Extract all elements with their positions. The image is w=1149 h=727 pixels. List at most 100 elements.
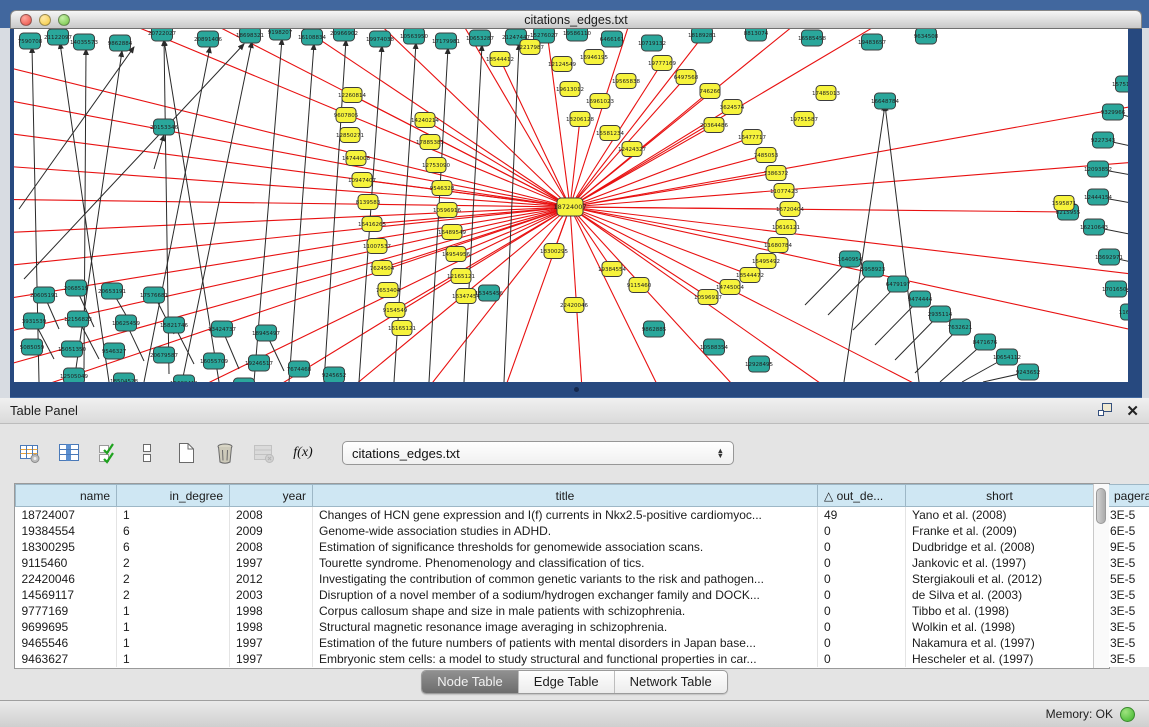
cell-out_de[interactable]: 0 bbox=[818, 603, 906, 619]
network-node[interactable]: 20605191 bbox=[30, 287, 58, 303]
network-node[interactable]: 15699411 bbox=[170, 375, 198, 382]
network-node[interactable]: 10719132 bbox=[638, 35, 666, 51]
network-node[interactable]: 16477717 bbox=[738, 130, 766, 145]
cell-year[interactable]: 2003 bbox=[230, 587, 313, 603]
network-node[interactable]: 16648784 bbox=[871, 93, 899, 109]
cell-title[interactable]: Estimation of the future numbers of pati… bbox=[313, 635, 818, 651]
network-node[interactable]: 16416265 bbox=[358, 217, 386, 232]
network-node[interactable]: 17016504 bbox=[1102, 281, 1128, 297]
network-node[interactable]: 12444154 bbox=[1084, 189, 1112, 205]
network-node[interactable]: 18544412 bbox=[486, 52, 514, 67]
tab-node-table[interactable]: Node Table bbox=[422, 671, 518, 693]
network-node[interactable]: 9474444 bbox=[908, 291, 933, 307]
network-node[interactable]: 2068519 bbox=[64, 280, 89, 296]
network-node[interactable]: 17485013 bbox=[812, 86, 840, 101]
cell-short[interactable]: Stergiakouli et al. (2012) bbox=[906, 571, 1094, 587]
table-row[interactable]: 946554611997Estimation of the future num… bbox=[16, 635, 1149, 651]
cell-title[interactable]: Changes of HCN gene expression and I(f) … bbox=[313, 507, 818, 524]
network-node[interactable]: 19246517 bbox=[245, 355, 273, 371]
network-node[interactable]: 12753090 bbox=[422, 158, 450, 173]
table-selector-dropdown[interactable]: citations_edges.txt ▲▼ bbox=[342, 441, 734, 465]
cell-name[interactable]: 9777169 bbox=[16, 603, 117, 619]
network-node[interactable]: 12850271 bbox=[336, 128, 364, 143]
network-node[interactable]: 9154549 bbox=[383, 303, 408, 318]
cell-out_de[interactable]: 0 bbox=[818, 523, 906, 539]
cell-name[interactable]: 18724007 bbox=[16, 507, 117, 524]
cell-short[interactable]: Dudbridge et al. (2008) bbox=[906, 539, 1094, 555]
network-node[interactable]: 3931539 bbox=[22, 313, 47, 329]
network-node[interactable]: 10654112 bbox=[993, 349, 1021, 365]
network-node[interactable]: 14954956 bbox=[442, 247, 470, 262]
cell-title[interactable]: Corpus callosum shape and size in male p… bbox=[313, 603, 818, 619]
scrollbar-thumb[interactable] bbox=[1096, 488, 1106, 524]
zoom-window-icon[interactable] bbox=[58, 14, 70, 26]
cell-short[interactable]: Wolkin et al. (1998) bbox=[906, 619, 1094, 635]
column-header-short[interactable]: short bbox=[906, 485, 1094, 507]
network-node[interactable]: 746266 bbox=[700, 84, 721, 99]
cell-in_degree[interactable]: 2 bbox=[117, 555, 230, 571]
network-node[interactable]: 9607805 bbox=[334, 108, 359, 123]
network-node[interactable]: 10563950 bbox=[400, 29, 428, 44]
cell-out_de[interactable]: 0 bbox=[818, 587, 906, 603]
network-node[interactable]: 18724007 bbox=[553, 198, 586, 216]
cell-title[interactable]: Tourette syndrome. Phenomenology and cla… bbox=[313, 555, 818, 571]
network-node[interactable]: 9227343 bbox=[1091, 132, 1116, 148]
network-node[interactable]: 16108834 bbox=[298, 29, 326, 45]
column-header-title[interactable]: title bbox=[313, 485, 818, 507]
table-scrollbar[interactable] bbox=[1093, 484, 1109, 668]
function-builder-icon[interactable]: f(x) bbox=[291, 441, 315, 465]
delete-column-icon[interactable] bbox=[213, 441, 237, 465]
close-window-icon[interactable] bbox=[20, 14, 32, 26]
minimize-window-icon[interactable] bbox=[39, 14, 51, 26]
network-node[interactable]: 11077423 bbox=[770, 184, 798, 199]
cell-name[interactable]: 9699695 bbox=[16, 619, 117, 635]
network-node[interactable]: 16585458 bbox=[798, 30, 826, 46]
network-node[interactable]: 9862885 bbox=[642, 321, 667, 337]
cell-year[interactable]: 1997 bbox=[230, 635, 313, 651]
network-node[interactable]: 7624504 bbox=[370, 261, 395, 276]
network-node[interactable]: 20153346 bbox=[150, 119, 178, 135]
network-node[interactable]: 19565838 bbox=[612, 74, 640, 89]
network-node[interactable]: 16720404 bbox=[776, 202, 804, 217]
cell-in_degree[interactable]: 6 bbox=[117, 523, 230, 539]
network-node[interactable]: 17576681 bbox=[140, 287, 168, 303]
network-node[interactable]: 18300295 bbox=[540, 244, 568, 259]
network-node[interactable]: 10653287 bbox=[466, 30, 494, 46]
network-node[interactable]: 16055709 bbox=[200, 353, 228, 369]
network-node[interactable]: 20653191 bbox=[98, 283, 126, 299]
network-node[interactable]: 6497568 bbox=[674, 70, 699, 85]
network-node[interactable]: 11680784 bbox=[764, 238, 792, 253]
network-node[interactable]: 3624574 bbox=[720, 100, 745, 115]
cell-name[interactable]: 9115460 bbox=[16, 555, 117, 571]
network-node[interactable]: 9329966 bbox=[1101, 104, 1126, 120]
cell-out_de[interactable]: 0 bbox=[818, 651, 906, 667]
cell-short[interactable]: Nakamura et al. (1997) bbox=[906, 635, 1094, 651]
cell-short[interactable]: Yano et al. (2008) bbox=[906, 507, 1094, 524]
network-node[interactable]: 8813074 bbox=[744, 29, 769, 41]
network-node[interactable]: 18698321 bbox=[236, 29, 264, 43]
table-row[interactable]: 1456911722003Disruption of a novel membe… bbox=[16, 587, 1149, 603]
network-node[interactable]: 6479197 bbox=[886, 276, 911, 292]
table-row[interactable]: 946362711997Embryonic stem cells: a mode… bbox=[16, 651, 1149, 667]
cell-short[interactable]: Tibbo et al. (1998) bbox=[906, 603, 1094, 619]
network-node[interactable]: 20966902 bbox=[330, 29, 358, 41]
tab-edge-table[interactable]: Edge Table bbox=[518, 671, 614, 693]
cell-title[interactable]: Genome-wide association studies in ADHD. bbox=[313, 523, 818, 539]
cell-name[interactable]: 19384554 bbox=[16, 523, 117, 539]
network-node[interactable]: 19613012 bbox=[556, 82, 584, 97]
cell-title[interactable]: Structural magnetic resonance image aver… bbox=[313, 619, 818, 635]
network-node[interactable]: 12165121 bbox=[447, 269, 475, 284]
column-header-out_de[interactable]: △ out_de... bbox=[818, 485, 906, 507]
network-node[interactable]: 14745004 bbox=[716, 280, 744, 295]
network-node[interactable]: 19777169 bbox=[648, 56, 676, 71]
network-node[interactable]: 10596917 bbox=[694, 290, 722, 305]
cell-year[interactable]: 2008 bbox=[230, 507, 313, 524]
network-node[interactable]: 15051350 bbox=[58, 341, 86, 357]
network-node[interactable]: 12124549 bbox=[548, 57, 576, 72]
cell-in_degree[interactable]: 1 bbox=[117, 651, 230, 667]
cell-short[interactable]: Jankovic et al. (1997) bbox=[906, 555, 1094, 571]
cell-year[interactable]: 2009 bbox=[230, 523, 313, 539]
network-node[interactable]: 13424737 bbox=[208, 321, 236, 337]
network-node[interactable]: 9115460 bbox=[627, 278, 652, 293]
network-node[interactable]: 22420046 bbox=[560, 298, 588, 313]
